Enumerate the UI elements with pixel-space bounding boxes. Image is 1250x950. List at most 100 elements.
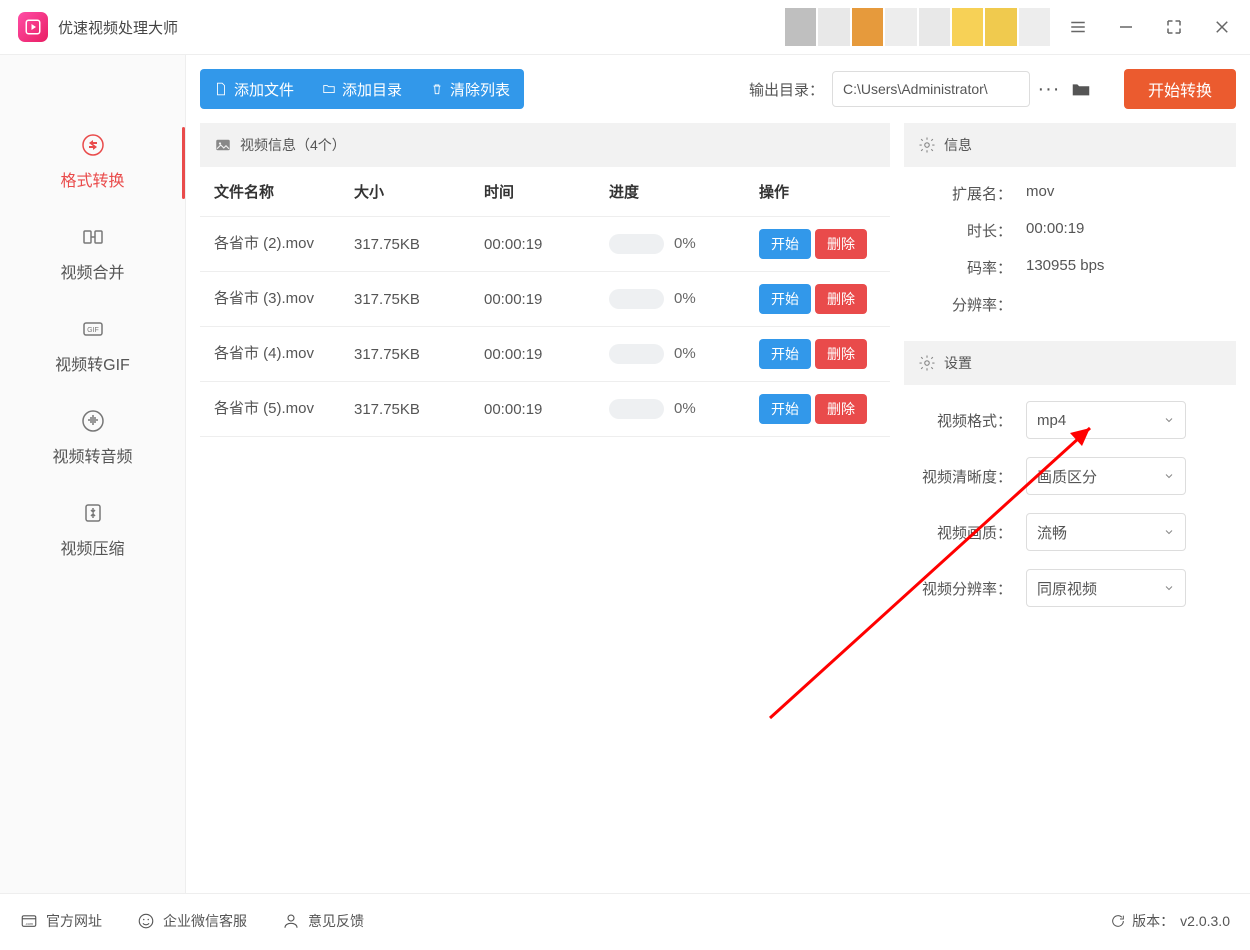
clarity-label: 视频清晰度：	[922, 466, 1012, 487]
resolution-select[interactable]: 同原视频	[1026, 569, 1186, 607]
footer-label: 意见反馈	[308, 911, 364, 931]
cell-progress: 0%	[609, 289, 759, 309]
more-button[interactable]: ···	[1036, 71, 1062, 107]
progress-bar	[609, 234, 664, 254]
table-row: 各省市 (5).mov317.75KB00:00:190%开始删除	[200, 382, 890, 437]
select-value: 同原视频	[1037, 578, 1097, 599]
quality-select[interactable]: 流畅	[1026, 513, 1186, 551]
output-dir-label: 输出目录：	[749, 79, 824, 100]
format-label: 视频格式：	[922, 410, 1012, 431]
duration-label: 时长：	[922, 220, 1012, 241]
support-icon	[137, 912, 155, 930]
chevron-down-icon	[1163, 526, 1175, 538]
gear-icon	[918, 136, 936, 154]
right-panel: 信息 扩展名：mov 时长：00:00:19 码率：130955 bps 分辨率…	[904, 123, 1236, 893]
sidebar-item-video-to-audio[interactable]: 视频转音频	[0, 393, 185, 485]
settings-title: 设置	[944, 353, 972, 373]
sidebar: 格式转换 视频合并 GIF 视频转GIF 视频转音频 视频压缩	[0, 55, 186, 893]
sidebar-item-label: 视频转GIF	[55, 351, 130, 375]
trash-icon	[430, 82, 444, 96]
cell-size: 317.75KB	[354, 401, 484, 418]
row-start-button[interactable]: 开始	[759, 339, 811, 369]
cell-progress: 0%	[609, 234, 759, 254]
folder-icon	[322, 82, 336, 96]
support-link[interactable]: 企业微信客服	[137, 911, 247, 931]
sidebar-item-video-compress[interactable]: 视频压缩	[0, 485, 185, 577]
cell-ops: 开始删除	[759, 284, 876, 314]
cell-name: 各省市 (3).mov	[214, 289, 354, 309]
info-panel-header: 信息	[904, 123, 1236, 167]
clear-list-button[interactable]: 清除列表	[416, 69, 524, 109]
sidebar-item-label: 格式转换	[60, 167, 124, 191]
sidebar-item-video-to-gif[interactable]: GIF 视频转GIF	[0, 301, 185, 393]
row-delete-button[interactable]: 删除	[815, 284, 867, 314]
table-header-title: 视频信息（4个）	[200, 123, 890, 167]
cell-ops: 开始删除	[759, 229, 876, 259]
version-value: v2.0.3.0	[1180, 913, 1230, 929]
row-delete-button[interactable]: 删除	[815, 229, 867, 259]
open-folder-button[interactable]	[1068, 71, 1094, 107]
select-value: mp4	[1037, 412, 1066, 429]
svg-text:.com: .com	[25, 922, 33, 926]
compress-icon	[79, 499, 107, 527]
cell-name: 各省市 (5).mov	[214, 399, 354, 419]
col-size: 大小	[354, 181, 484, 202]
feedback-link[interactable]: 意见反馈	[282, 911, 364, 931]
bitrate-label: 码率：	[922, 257, 1012, 278]
cell-size: 317.75KB	[354, 291, 484, 308]
start-convert-button[interactable]: 开始转换	[1124, 69, 1236, 109]
resolution-value	[1026, 294, 1218, 315]
duration-value: 00:00:19	[1026, 220, 1218, 241]
table-row: 各省市 (2).mov317.75KB00:00:190%开始删除	[200, 217, 890, 272]
image-icon	[214, 136, 232, 154]
col-name: 文件名称	[214, 181, 354, 202]
close-button[interactable]	[1212, 17, 1232, 37]
file-icon	[214, 82, 228, 96]
row-start-button[interactable]: 开始	[759, 394, 811, 424]
maximize-icon	[1165, 18, 1183, 36]
minimize-button[interactable]	[1116, 17, 1136, 37]
app-title: 优速视频处理大师	[58, 17, 178, 38]
footer-label: 官方网址	[46, 911, 102, 931]
row-start-button[interactable]: 开始	[759, 284, 811, 314]
select-value: 流畅	[1037, 522, 1067, 543]
hamburger-icon	[1069, 18, 1087, 36]
maximize-button[interactable]	[1164, 17, 1184, 37]
settings-panel-header: 设置	[904, 341, 1236, 385]
info-title: 信息	[944, 135, 972, 155]
add-file-button[interactable]: 添加文件	[200, 69, 308, 109]
resolution-label: 分辨率：	[922, 294, 1012, 315]
clarity-select[interactable]: 画质区分	[1026, 457, 1186, 495]
footer: .com 官方网址 企业微信客服 意见反馈 版本： v2.0.3.0	[0, 893, 1250, 948]
out-resolution-label: 视频分辨率：	[922, 578, 1012, 599]
chevron-down-icon	[1163, 470, 1175, 482]
version-info[interactable]: 版本： v2.0.3.0	[1110, 911, 1230, 931]
cell-size: 317.75KB	[354, 346, 484, 363]
official-site-link[interactable]: .com 官方网址	[20, 911, 102, 931]
table-row: 各省市 (4).mov317.75KB00:00:190%开始删除	[200, 327, 890, 382]
footer-label: 企业微信客服	[163, 911, 247, 931]
gif-icon: GIF	[79, 315, 107, 343]
output-dir-input[interactable]	[832, 71, 1030, 107]
play-icon	[24, 18, 42, 36]
convert-icon	[79, 131, 107, 159]
button-label: 清除列表	[450, 79, 510, 100]
row-delete-button[interactable]: 删除	[815, 394, 867, 424]
row-start-button[interactable]: 开始	[759, 229, 811, 259]
svg-text:GIF: GIF	[87, 327, 99, 334]
ext-value: mov	[1026, 183, 1218, 204]
format-select[interactable]: mp4	[1026, 401, 1186, 439]
minimize-icon	[1117, 18, 1135, 36]
menu-button[interactable]	[1068, 17, 1088, 37]
sidebar-item-video-merge[interactable]: 视频合并	[0, 209, 185, 301]
col-ops: 操作	[759, 181, 876, 202]
progress-bar	[609, 289, 664, 309]
globe-icon: .com	[20, 912, 38, 930]
cell-name: 各省市 (2).mov	[214, 234, 354, 254]
sidebar-item-format-convert[interactable]: 格式转换	[0, 117, 185, 209]
ext-label: 扩展名：	[922, 183, 1012, 204]
chevron-down-icon	[1163, 414, 1175, 426]
add-folder-button[interactable]: 添加目录	[308, 69, 416, 109]
cell-ops: 开始删除	[759, 394, 876, 424]
row-delete-button[interactable]: 删除	[815, 339, 867, 369]
